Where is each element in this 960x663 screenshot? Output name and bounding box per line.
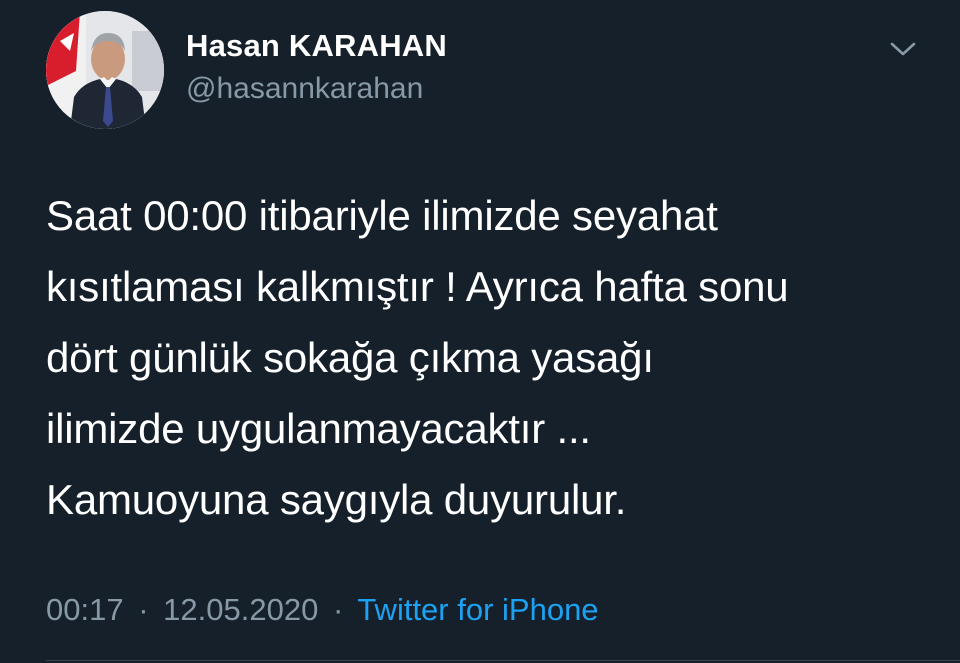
tweet-text-line: dört günlük sokağa çıkma yasağı [46, 334, 654, 381]
tweet-text: Saat 00:00 itibariyle ilimizde seyahat k… [46, 180, 926, 535]
display-name[interactable]: Hasan KARAHAN [186, 28, 447, 64]
tweet-time[interactable]: 00:17 [46, 592, 124, 627]
divider [46, 660, 960, 661]
tweet-text-line: Saat 00:00 itibariyle ilimizde seyahat [46, 192, 718, 239]
tweet-date[interactable]: 12.05.2020 [163, 592, 318, 627]
tweet-metadata: 00:17 · 12.05.2020 · Twitter for iPhone [46, 592, 599, 628]
user-handle[interactable]: @hasannkarahan [186, 72, 423, 106]
separator: · [332, 592, 344, 627]
tweet-source-link[interactable]: Twitter for iPhone [357, 592, 598, 627]
tweet-card: Hasan KARAHAN @hasannkarahan Saat 00:00 … [0, 0, 960, 663]
tweet-text-line: Kamuoyuna saygıyla duyurulur. [46, 476, 627, 523]
tweet-text-line: kısıtlaması kalkmıştır ! Ayrıca hafta so… [46, 263, 789, 310]
profile-photo [46, 11, 164, 129]
separator: · [138, 592, 149, 627]
tweet-text-line: ilimizde uygulanmayacaktır ... [46, 405, 591, 452]
chevron-down-icon[interactable] [884, 34, 922, 62]
avatar[interactable] [46, 11, 164, 129]
